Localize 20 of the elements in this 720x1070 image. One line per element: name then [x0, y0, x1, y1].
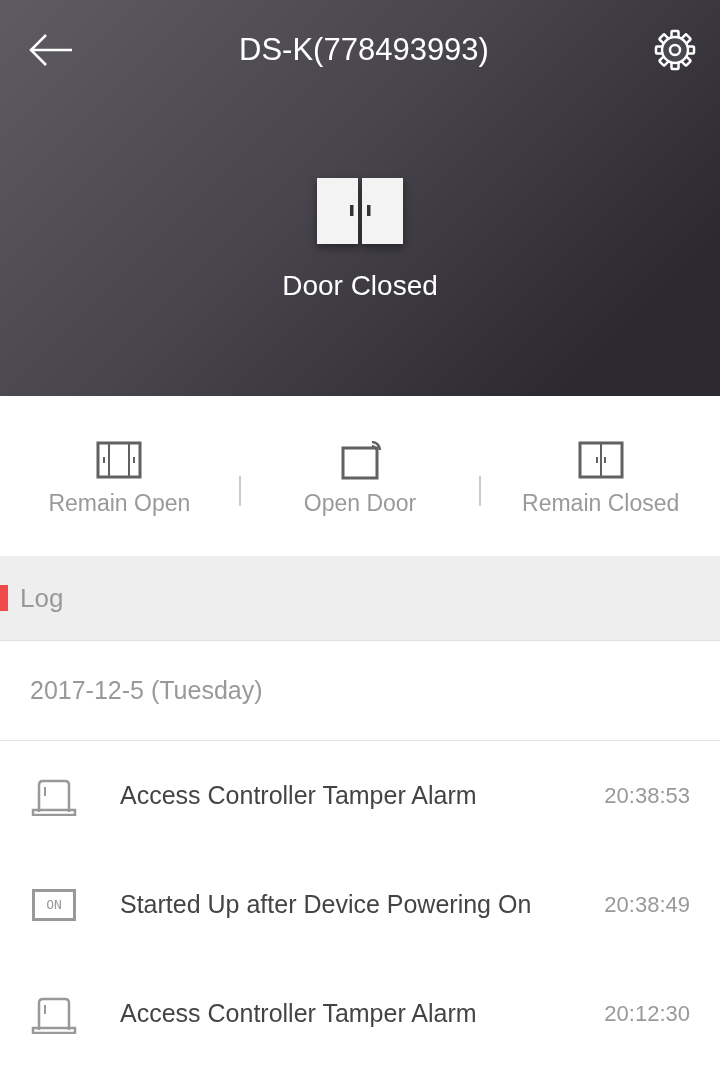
log-time: 20:12:30	[604, 1000, 690, 1027]
door-icon	[317, 178, 403, 244]
log-date: 2017-12-5 (Tuesday)	[30, 676, 263, 705]
action-button[interactable]: Remain Open	[0, 439, 239, 517]
log-event: Access Controller Tamper Alarm	[120, 781, 478, 810]
action-button[interactable]: Open Door	[240, 439, 480, 517]
log-time: 20:38:53	[604, 782, 690, 809]
power-on-icon: ON	[32, 888, 76, 921]
open-doors-icon	[95, 439, 144, 480]
closed-doors-icon	[576, 439, 625, 480]
log-time: 20:38:49	[604, 891, 690, 918]
device-title: DS-K(778493993)	[239, 32, 489, 68]
settings-icon[interactable]	[654, 29, 696, 71]
log-title: Log	[20, 582, 64, 614]
log-event: Access Controller Tamper Alarm	[120, 999, 478, 1028]
door-status: Door Closed	[282, 270, 438, 302]
accent-bar	[0, 585, 8, 611]
back-icon[interactable]	[28, 33, 74, 67]
action-button[interactable]: Remain Closed	[481, 439, 720, 517]
log-event: Started Up after Device Powering On	[120, 890, 533, 919]
